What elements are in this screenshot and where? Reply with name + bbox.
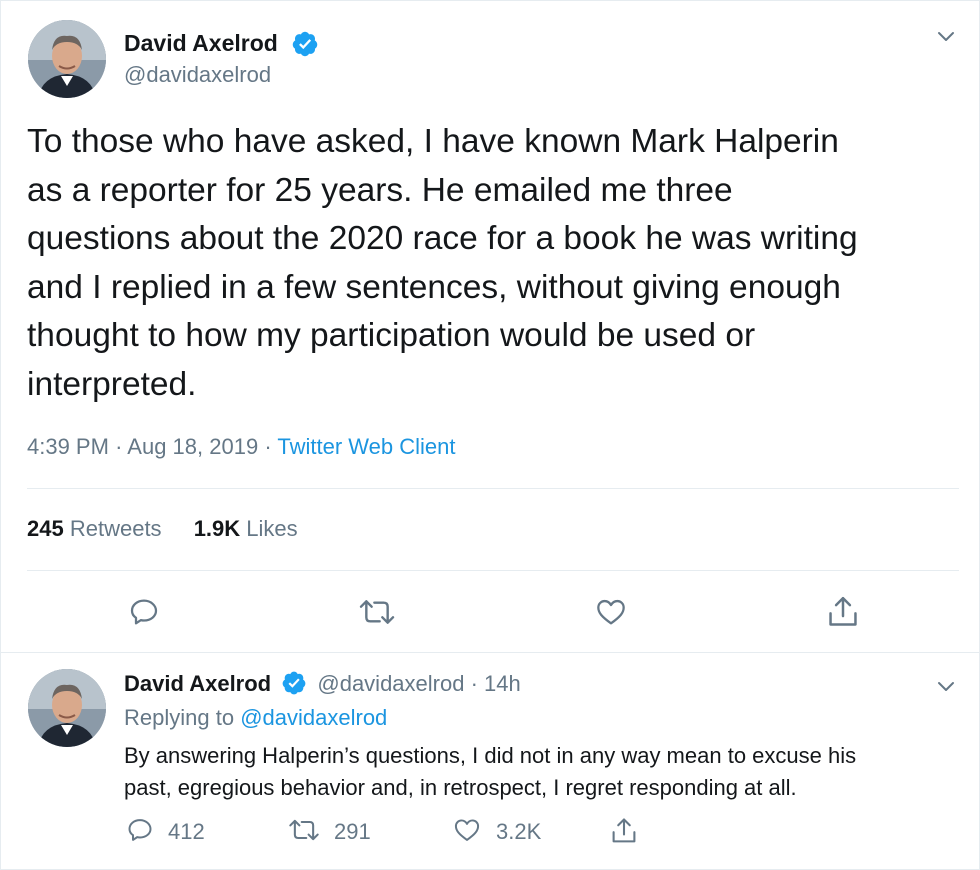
retweets-label: Retweets [69, 516, 162, 541]
share-icon[interactable] [826, 594, 860, 630]
tweet-timestamp: 4:39 PM · Aug 18, 2019 · Twitter Web Cli… [27, 434, 455, 460]
tweet-text: To those who have asked, I have known Ma… [27, 123, 858, 403]
meta-separator: · [115, 434, 123, 459]
reply-retweet-count: 291 [334, 819, 371, 845]
reply-header: David Axelrod @davidaxelrod · 14h [124, 670, 521, 697]
tweet-stats: 245 Retweets 1.9K Likes [27, 516, 298, 542]
author-name[interactable]: David Axelrod [124, 30, 278, 57]
retweets-count: 245 [27, 516, 64, 541]
reply-like-button[interactable]: 3.2K [452, 818, 541, 846]
chevron-down-icon[interactable] [936, 680, 956, 694]
reply-count: 412 [168, 819, 205, 845]
reply-share-button[interactable] [610, 818, 652, 848]
tweet-source-link[interactable]: Twitter Web Client [277, 434, 455, 459]
divider [27, 570, 959, 571]
like-icon[interactable] [594, 596, 628, 628]
reply-icon [128, 819, 152, 842]
reply-icon[interactable] [128, 596, 160, 628]
reply-retweet-button[interactable]: 291 [288, 818, 371, 846]
reply-like-count: 3.2K [496, 819, 542, 845]
chevron-down-icon[interactable] [936, 30, 956, 44]
reply-author-handle[interactable]: @davidaxelrod [317, 671, 464, 696]
tweet-time[interactable]: 4:39 PM [27, 434, 109, 459]
verified-badge-icon [292, 31, 318, 57]
author-handle[interactable]: @davidaxelrod [124, 62, 271, 88]
tweet-date[interactable]: Aug 18, 2019 [127, 434, 258, 459]
replying-to: Replying to @davidaxelrod [124, 705, 387, 731]
reply-text: By answering Halperin’s questions, I did… [124, 743, 857, 800]
reply-reply-button[interactable]: 412 [126, 818, 205, 846]
replying-to-label: Replying to [124, 705, 235, 730]
avatar[interactable] [28, 20, 106, 98]
reply-age[interactable]: 14h [484, 671, 521, 696]
retweet-icon [289, 820, 319, 841]
replying-to-handle[interactable]: @davidaxelrod [240, 705, 387, 730]
tweet-separator [0, 652, 980, 653]
divider [27, 488, 959, 489]
meta-separator: · [470, 671, 478, 696]
meta-separator: · [264, 434, 272, 459]
likes-stat[interactable]: 1.9K Likes [194, 516, 298, 542]
share-icon [612, 818, 636, 843]
retweets-stat[interactable]: 245 Retweets [27, 516, 162, 542]
reply-avatar[interactable] [28, 669, 106, 747]
likes-label: Likes [246, 516, 298, 541]
likes-count: 1.9K [193, 516, 241, 541]
retweet-icon[interactable] [358, 596, 396, 628]
reply-author-name[interactable]: David Axelrod [124, 671, 271, 696]
verified-badge-icon [282, 671, 306, 695]
like-icon [454, 819, 480, 842]
